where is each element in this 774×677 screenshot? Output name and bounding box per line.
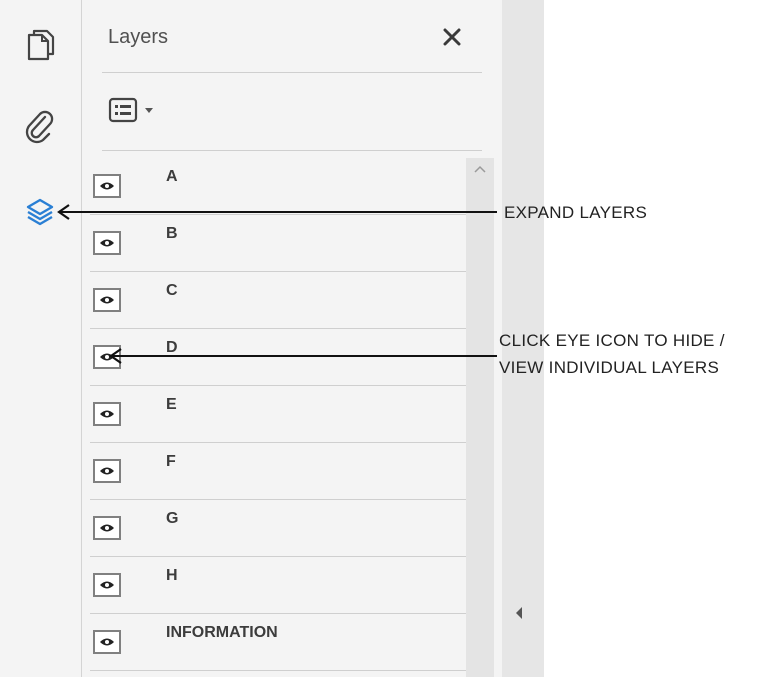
eye-toggle[interactable] [93, 402, 121, 426]
layer-row: INFORMATION [90, 614, 466, 671]
eye-toggle[interactable] [93, 630, 121, 654]
layer-row: C [90, 272, 466, 329]
pages-button[interactable] [22, 28, 58, 64]
toolbar-divider [102, 150, 482, 151]
layer-label[interactable]: INFORMATION [166, 624, 278, 642]
eye-icon [100, 581, 114, 589]
expand-arrow-line [60, 211, 497, 213]
layers-panel: Layers A B C D E F G H INFORMATION [82, 0, 502, 677]
expand-annotation: EXPAND LAYERS [504, 203, 648, 222]
options-button[interactable] [108, 93, 154, 127]
layer-row: E [90, 386, 466, 443]
eye-toggle[interactable] [93, 288, 121, 312]
eye-toggle[interactable] [93, 573, 121, 597]
layers-button[interactable] [22, 194, 58, 230]
close-icon [443, 28, 461, 46]
layer-label[interactable]: H [166, 567, 178, 585]
eye-annotation-line2: VIEW INDIVIDUAL LAYERS [499, 358, 720, 377]
collapse-arrow-icon[interactable] [514, 606, 524, 620]
eye-toggle[interactable] [93, 174, 121, 198]
pages-icon [27, 29, 55, 61]
eye-annotation: CLICK EYE ICON TO HIDE / VIEW INDIVIDUAL… [499, 327, 725, 381]
layer-list: A B C D E F G H INFORMATION [90, 158, 466, 677]
navigation-rail [0, 0, 82, 677]
eye-annotation-line1: CLICK EYE ICON TO HIDE / [499, 331, 725, 350]
layer-label[interactable]: A [166, 168, 178, 186]
chevron-up-icon[interactable] [473, 164, 487, 174]
close-button[interactable] [437, 22, 467, 52]
attachments-button[interactable] [22, 108, 58, 144]
layer-label[interactable]: B [166, 225, 178, 243]
eye-toggle[interactable] [93, 516, 121, 540]
eye-toggle[interactable] [93, 459, 121, 483]
eye-icon [100, 239, 114, 247]
header-divider [102, 72, 482, 73]
layer-label[interactable]: F [166, 453, 176, 471]
eye-arrow-line [112, 355, 497, 357]
panel-title: Layers [108, 26, 169, 48]
layer-row: D [90, 329, 466, 386]
eye-icon [100, 467, 114, 475]
attachment-icon [25, 110, 54, 144]
eye-icon [100, 410, 114, 418]
layer-label[interactable]: C [166, 282, 178, 300]
layer-row: A [90, 158, 466, 215]
layer-label[interactable]: E [166, 396, 177, 414]
layer-row: F [90, 443, 466, 500]
eye-icon [100, 296, 114, 304]
eye-toggle[interactable] [93, 231, 121, 255]
chevron-down-icon [145, 108, 153, 113]
eye-icon [100, 638, 114, 646]
layers-icon [26, 198, 54, 226]
layer-row: B [90, 215, 466, 272]
layer-row: G [90, 500, 466, 557]
scrollbar[interactable] [466, 158, 494, 677]
eye-icon [100, 182, 114, 190]
list-options-icon [108, 97, 138, 123]
eye-icon [100, 524, 114, 532]
layer-row: H [90, 557, 466, 614]
arrowhead-icon [57, 204, 70, 220]
layer-label[interactable]: G [166, 510, 178, 528]
arrowhead-icon [109, 348, 122, 364]
